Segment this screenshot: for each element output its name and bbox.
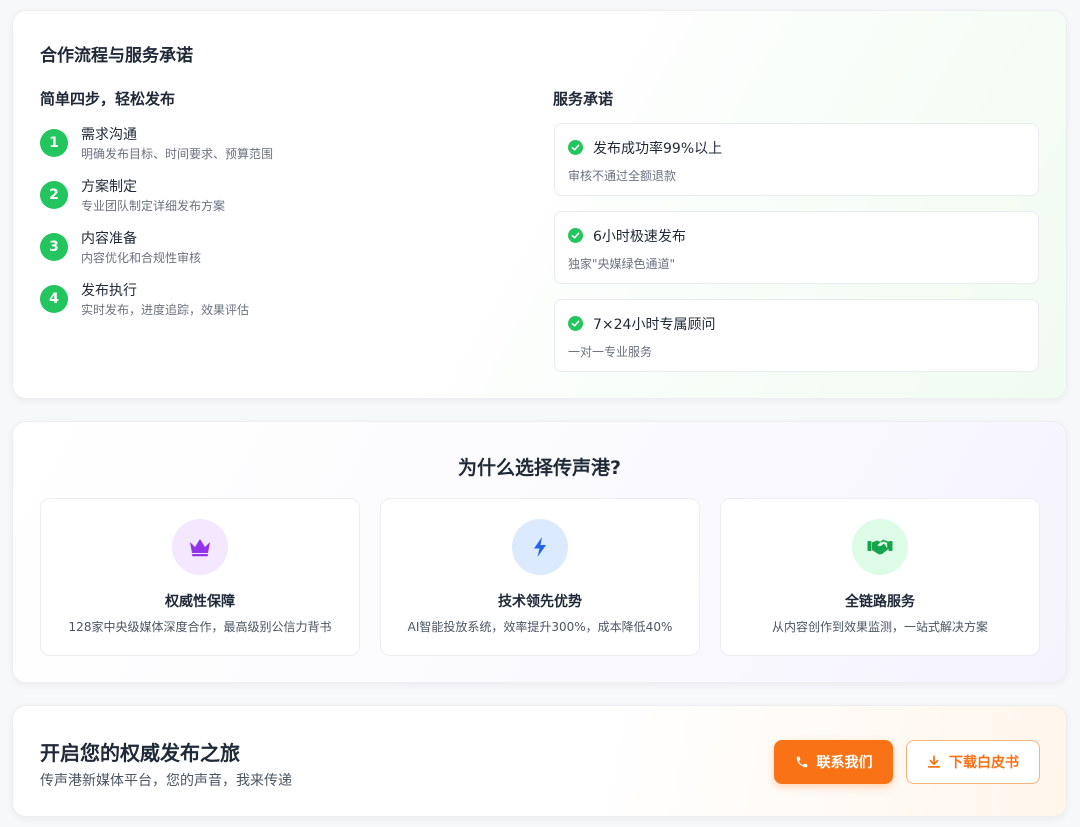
phone-icon <box>795 755 809 769</box>
step-title: 需求沟通 <box>81 127 137 143</box>
promise-card-title: 发布成功率99%以上 <box>593 141 723 157</box>
step-item: 3 内容准备 内容优化和合规性审核 <box>40 228 460 268</box>
feature-description: AI智能投放系统，效率提升300%，成本降低40% <box>407 620 673 634</box>
promise-card-title: 7×24小时专属顾问 <box>593 317 716 333</box>
download-whitepaper-label: 下载白皮书 <box>949 755 1019 771</box>
promise-title: 服务承诺 <box>553 90 614 108</box>
step-description: 实时发布，进度追踪，效果评估 <box>81 303 250 317</box>
step-title: 内容准备 <box>81 231 137 247</box>
feature-card-technology: 技术领先优势 AI智能投放系统，效率提升300%，成本降低40% <box>380 498 700 656</box>
promise-card-description: 审核不通过全额退款 <box>568 169 677 183</box>
section-title: 为什么选择传声港? <box>457 457 622 479</box>
crown-icon <box>172 519 228 575</box>
why-choose-section: 为什么选择传声港? 权威性保障 128家中央级媒体深度合作，最高级别公信力背书 … <box>12 421 1067 683</box>
cta-subtitle: 传声港新媒体平台，您的声音，我来传递 <box>40 773 292 789</box>
check-circle-icon <box>568 140 583 155</box>
step-number-badge: 2 <box>40 181 68 209</box>
feature-card-full-service: 全链路服务 从内容创作到效果监测，一站式解决方案 <box>720 498 1040 656</box>
process-section: 合作流程与服务承诺 简单四步，轻松发布 1 需求沟通 明确发布目标、时间要求、预… <box>12 10 1067 399</box>
promise-card-description: 独家"央媒绿色通道" <box>568 257 676 271</box>
step-description: 明确发布目标、时间要求、预算范围 <box>81 147 274 161</box>
contact-us-label: 联系我们 <box>816 755 873 771</box>
contact-us-button[interactable]: 联系我们 <box>774 740 893 784</box>
step-title: 发布执行 <box>81 283 137 299</box>
step-title: 方案制定 <box>81 179 137 195</box>
feature-description: 128家中央级媒体深度合作，最高级别公信力背书 <box>68 620 332 634</box>
step-description: 内容优化和合规性审核 <box>81 251 202 265</box>
check-circle-icon <box>568 228 583 243</box>
download-whitepaper-button[interactable]: 下载白皮书 <box>906 740 1040 784</box>
feature-card-authority: 权威性保障 128家中央级媒体深度合作，最高级别公信力背书 <box>40 498 360 656</box>
cta-title: 开启您的权威发布之旅 <box>40 741 240 765</box>
lightning-icon <box>512 519 568 575</box>
promise-card-title: 6小时极速发布 <box>593 229 686 245</box>
promise-card: 7×24小时专属顾问 一对一专业服务 <box>554 299 1039 372</box>
section-title: 合作流程与服务承诺 <box>40 46 193 66</box>
step-number-badge: 3 <box>40 233 68 261</box>
download-icon <box>927 755 941 769</box>
feature-title: 技术领先优势 <box>498 594 582 610</box>
feature-title: 全链路服务 <box>845 594 915 610</box>
step-number-badge: 4 <box>40 285 68 313</box>
check-circle-icon <box>568 316 583 331</box>
step-description: 专业团队制定详细发布方案 <box>81 199 226 213</box>
step-item: 2 方案制定 专业团队制定详细发布方案 <box>40 176 460 216</box>
step-item: 1 需求沟通 明确发布目标、时间要求、预算范围 <box>40 124 460 164</box>
feature-title: 权威性保障 <box>165 594 235 610</box>
promise-card: 发布成功率99%以上 审核不通过全额退款 <box>554 123 1039 196</box>
steps-title: 简单四步，轻松发布 <box>40 90 176 108</box>
promise-card-description: 一对一专业服务 <box>568 345 653 359</box>
feature-description: 从内容创作到效果监测，一站式解决方案 <box>771 620 988 634</box>
step-number-badge: 1 <box>40 129 68 157</box>
handshake-icon <box>852 519 908 575</box>
step-item: 4 发布执行 实时发布，进度追踪，效果评估 <box>40 280 460 320</box>
promise-card: 6小时极速发布 独家"央媒绿色通道" <box>554 211 1039 284</box>
cta-section: 开启您的权威发布之旅 传声港新媒体平台，您的声音，我来传递 联系我们 下载白皮书 <box>12 705 1067 817</box>
